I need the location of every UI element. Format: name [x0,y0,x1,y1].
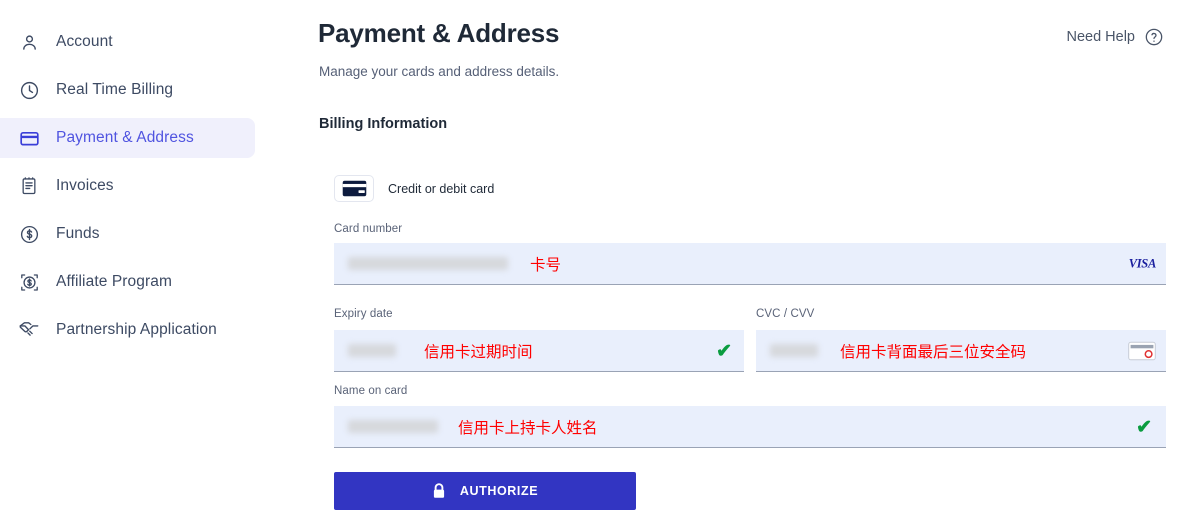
card-number-masked-value [348,257,508,270]
name-on-card-annotation: 信用卡上持卡人姓名 [458,418,598,437]
sidebar-nav: Account Real Time Billing Payment & Addr… [0,0,300,531]
card-number-annotation: 卡号 [530,255,562,274]
invoice-icon [18,175,40,197]
card-number-input[interactable]: 卡号 VISA [334,243,1166,285]
sidebar-item-partnership-application[interactable]: Partnership Application [0,310,255,350]
expiry-date-label: Expiry date [334,308,393,320]
cvc-cvv-label: CVC / CVV [756,308,815,320]
billing-information-heading: Billing Information [319,116,448,132]
name-on-card-input[interactable]: 信用卡上持卡人姓名 ✔ [334,406,1166,448]
authorize-button[interactable]: AUTHORIZE [334,472,636,510]
sidebar-item-label: Invoices [56,177,114,194]
name-on-card-masked-value [348,420,438,433]
expiry-valid-check-icon: ✔ [716,341,732,362]
payment-address-page: Account Real Time Billing Payment & Addr… [0,0,1186,531]
need-help-link[interactable]: Need Help [1066,27,1164,47]
clock-icon [18,79,40,101]
credit-card-icon [334,175,374,202]
need-help-label: Need Help [1066,29,1135,45]
sidebar-item-label: Affiliate Program [56,273,172,290]
lock-icon [432,483,446,499]
sidebar-item-label: Payment & Address [56,129,194,146]
name-valid-check-icon: ✔ [1136,417,1152,438]
cvc-cvv-input[interactable]: 信用卡背面最后三位安全码 [756,330,1166,372]
main-content: Payment & Address Manage your cards and … [318,0,1186,531]
sidebar-item-payment-address[interactable]: Payment & Address [0,118,255,158]
card-number-label: Card number [334,223,403,235]
expiry-date-annotation: 信用卡过期时间 [424,342,533,361]
expiry-date-input[interactable]: 信用卡过期时间 ✔ [334,330,744,372]
cvc-masked-value [770,344,818,357]
cvc-annotation: 信用卡背面最后三位安全码 [840,342,1027,361]
sidebar-item-invoices[interactable]: Invoices [0,166,255,206]
page-subtitle: Manage your cards and address details. [319,64,560,79]
card-back-cvv-icon [1128,341,1156,360]
sidebar-item-label: Account [56,33,113,50]
affiliate-dollar-icon [18,271,40,293]
question-circle-icon [1144,27,1164,47]
sidebar-item-label: Real Time Billing [56,81,174,98]
credit-card-icon [18,127,40,149]
expiry-date-masked-value [348,344,396,357]
sidebar-item-label: Partnership Application [56,321,217,338]
authorize-button-label: AUTHORIZE [459,484,539,498]
sidebar-item-affiliate-program[interactable]: Affiliate Program [0,262,255,302]
payment-method-label: Credit or debit card [388,181,495,196]
sidebar-item-label: Funds [56,225,100,242]
user-icon [18,31,40,53]
dollar-circle-icon [18,223,40,245]
sidebar-item-real-time-billing[interactable]: Real Time Billing [0,70,255,110]
sidebar-item-funds[interactable]: Funds [0,214,255,254]
payment-method-credit-debit-card[interactable]: Credit or debit card [334,175,494,202]
name-on-card-label: Name on card [334,385,408,397]
handshake-icon [18,319,40,341]
visa-brand-badge: VISA [1128,256,1157,270]
sidebar-item-account[interactable]: Account [0,22,255,62]
page-title: Payment & Address [318,18,560,48]
